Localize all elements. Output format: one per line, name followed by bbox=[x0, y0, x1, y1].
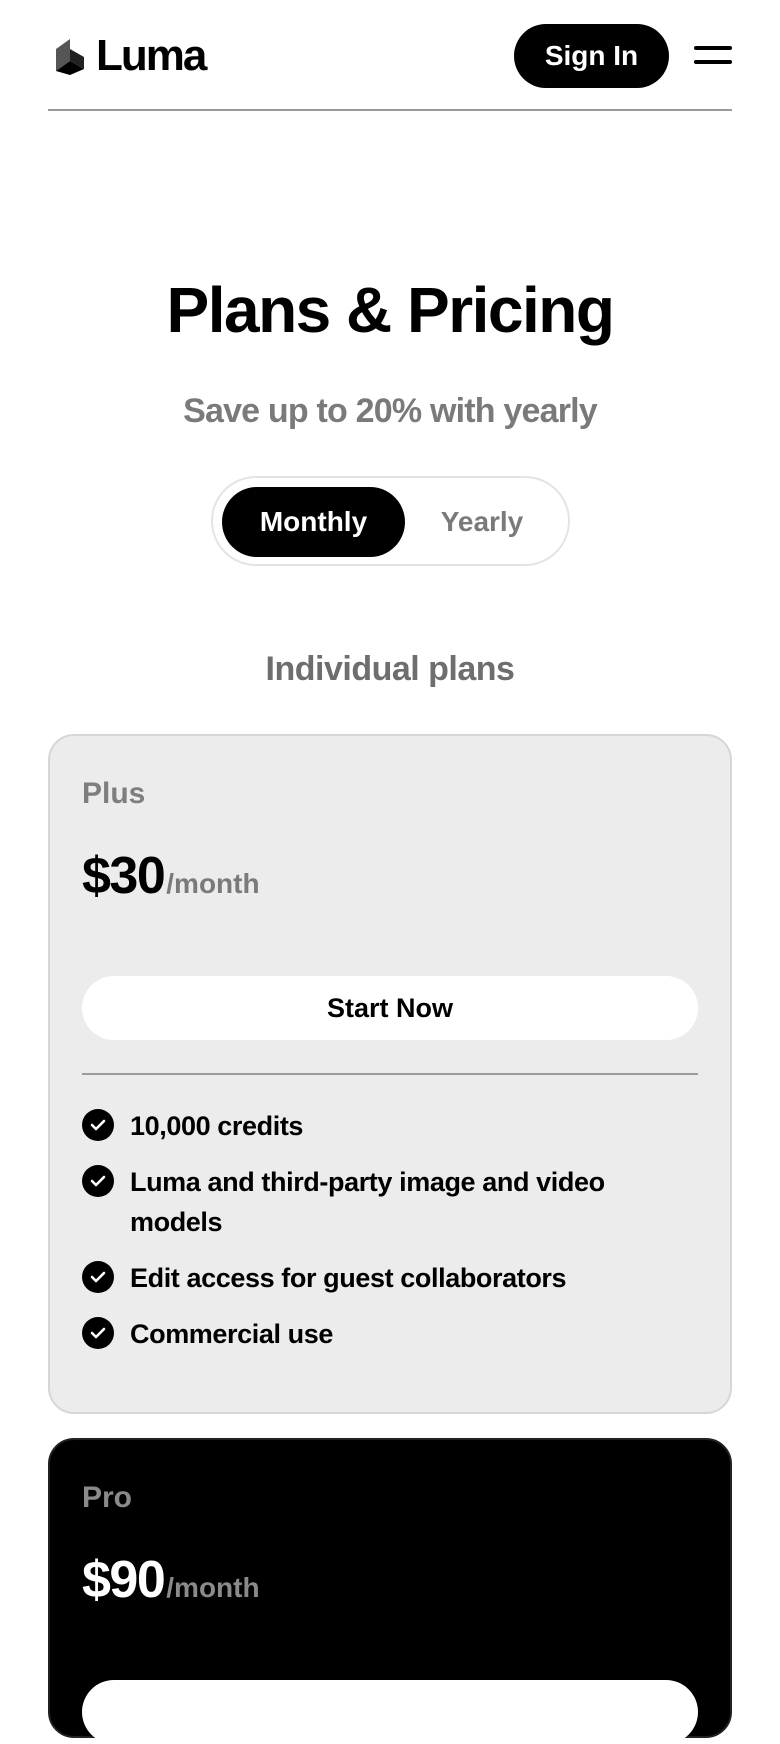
page-title: Plans & Pricing bbox=[166, 274, 615, 346]
billing-option-yearly[interactable]: Yearly bbox=[405, 487, 559, 557]
billing-toggle: Monthly Yearly bbox=[211, 476, 570, 566]
plan-price-row: $90 /month bbox=[82, 1548, 260, 1612]
feature-item: Commercial use bbox=[82, 1314, 698, 1354]
feature-item: 10,000 credits bbox=[82, 1106, 698, 1146]
feature-item: Edit access for guest collaborators bbox=[82, 1258, 698, 1298]
section-title: Individual plans bbox=[265, 650, 515, 688]
plan-name: Pro bbox=[82, 1481, 133, 1514]
site-header: Luma Sign In bbox=[48, 0, 732, 111]
check-icon bbox=[82, 1261, 114, 1293]
feature-text: Commercial use bbox=[130, 1319, 333, 1349]
luma-cube-logo-icon bbox=[54, 37, 86, 75]
plan-period: /month bbox=[166, 868, 260, 899]
logo[interactable]: Luma bbox=[54, 31, 207, 80]
plan-name: Plus bbox=[82, 777, 146, 810]
plan-card-pro: Pro $90 /month bbox=[48, 1438, 732, 1744]
billing-option-monthly[interactable]: Monthly bbox=[222, 487, 405, 557]
hamburger-menu-icon[interactable] bbox=[694, 44, 732, 68]
start-now-button[interactable]: Start Now bbox=[82, 976, 698, 1040]
check-icon bbox=[82, 1165, 114, 1197]
plan-period: /month bbox=[166, 1572, 260, 1603]
divider bbox=[82, 1073, 698, 1075]
logo-text: Luma bbox=[96, 31, 207, 80]
plan-card-plus: Plus $30 /month Start Now 10,000 credits… bbox=[48, 734, 732, 1414]
feature-list: 10,000 credits Luma and third-party imag… bbox=[82, 1106, 698, 1370]
feature-item: Luma and third-party image and video mod… bbox=[82, 1162, 698, 1242]
check-icon bbox=[82, 1317, 114, 1349]
feature-text: 10,000 credits bbox=[130, 1111, 304, 1141]
check-icon bbox=[82, 1109, 114, 1141]
feature-text: Edit access for guest collaborators bbox=[130, 1263, 567, 1293]
feature-text: Luma and third-party image and video mod… bbox=[130, 1167, 605, 1237]
plan-price: $90 bbox=[82, 1551, 166, 1609]
plan-price-row: $30 /month bbox=[82, 844, 260, 908]
page-subtitle: Save up to 20% with yearly bbox=[183, 392, 598, 430]
plan-price: $30 bbox=[82, 847, 166, 905]
sign-in-button[interactable]: Sign In bbox=[514, 24, 669, 88]
start-now-button[interactable] bbox=[82, 1680, 698, 1744]
